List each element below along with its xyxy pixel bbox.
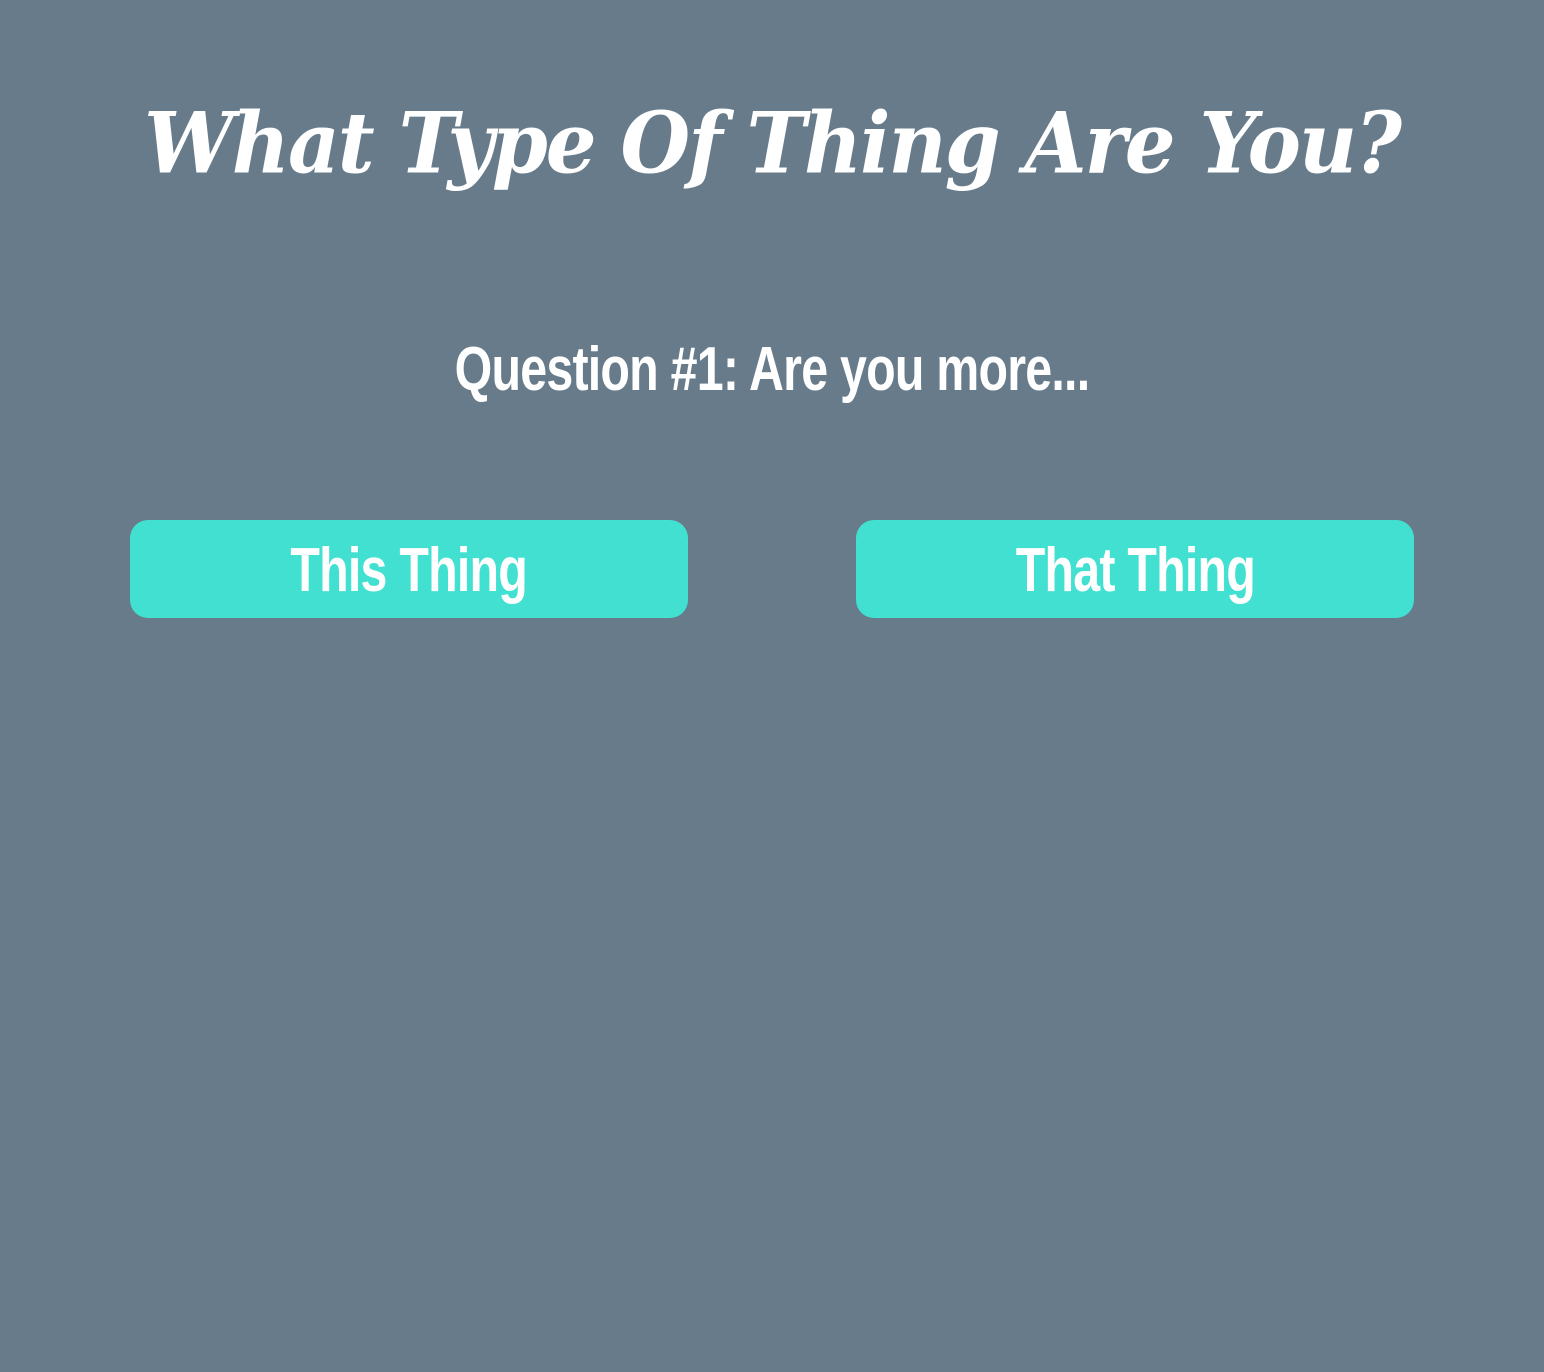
answer-label: This Thing <box>290 536 528 605</box>
question-text: Question #1: Are you more... <box>454 335 1091 404</box>
answer-button-that-thing[interactable]: That Thing <box>856 520 1414 618</box>
answer-button-this-thing[interactable]: This Thing <box>130 520 688 618</box>
page-title: What Type Of Thing Are You? <box>143 93 1402 193</box>
answer-label: That Thing <box>1015 536 1255 605</box>
